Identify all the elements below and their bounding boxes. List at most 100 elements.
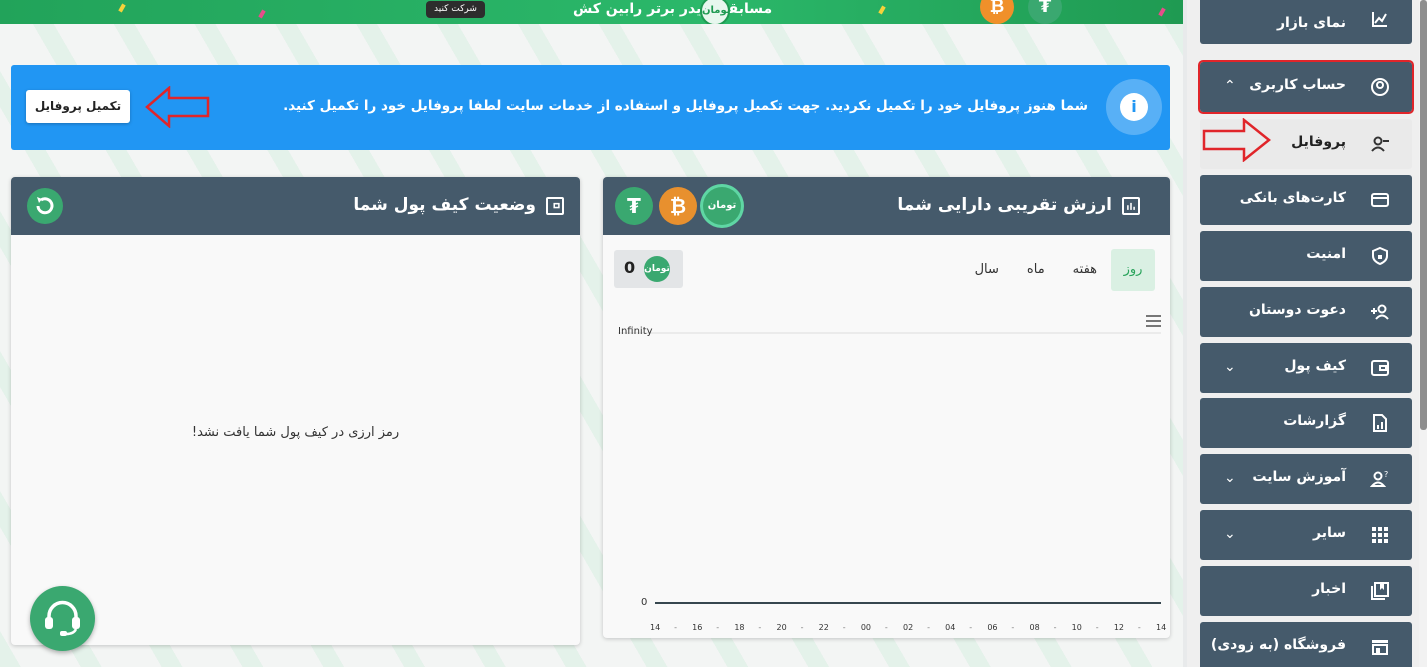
sidebar-item-news[interactable]: اخبار (1200, 566, 1412, 616)
sidebar-item-label: فروشگاه (به زودی) (1210, 637, 1346, 653)
chevron-down-icon: ⌄ (1224, 470, 1236, 486)
wallet-empty-message: رمز ارزی در کیف پول شما یافت نشد! (191, 425, 400, 440)
wallet-card-header: وضعیت کیف پول شما (11, 177, 580, 235)
complete-profile-button[interactable]: تکمیل پروفایل (26, 90, 130, 123)
store-icon (1372, 640, 1388, 655)
sidebar-item-security[interactable]: امنیت (1200, 231, 1412, 281)
wallet-icon (1371, 360, 1389, 376)
chart-x-tick-label: 12 (1113, 623, 1125, 632)
sidebar-item-wallet[interactable]: کیف پول ⌄ (1200, 343, 1412, 393)
info-icon: i (1120, 93, 1148, 121)
balance-box: تومان 0 (614, 250, 683, 288)
chart-x-tick-label: 22 (818, 623, 829, 632)
sidebar-item-label: پروفایل (1291, 134, 1346, 150)
tab-year[interactable]: سال (961, 249, 1013, 291)
tab-day[interactable]: روز (1111, 249, 1155, 291)
grid-icon (1372, 527, 1388, 543)
chart-x-tick-separator: - (969, 623, 973, 632)
chart-icon (1372, 12, 1387, 27)
sidebar-item-label: سایر (1313, 525, 1346, 541)
chart-x-tick-label: 04 (945, 623, 956, 632)
chart-x-tick-label: 16 (692, 623, 703, 632)
chart-x-tick-label: 08 (1029, 623, 1040, 632)
sidebar-item-label: امنیت (1306, 246, 1346, 262)
alert-message: شما هنوز پروفایل خود را تکمیل نکردید. جه… (283, 98, 1088, 114)
report-icon (1373, 414, 1387, 432)
bitcoin-icon: ₿ (980, 0, 1014, 24)
svg-text:?: ? (1384, 470, 1388, 479)
card-icon (1371, 193, 1389, 207)
chart-x-tick-separator: - (842, 623, 846, 632)
chart-x-tick-separator: - (1053, 623, 1057, 632)
join-contest-button[interactable]: شرکت کنید (426, 1, 485, 18)
sidebar-item-label: دعوت دوستان (1248, 302, 1346, 318)
chart-x-tick-separator: - (716, 623, 720, 632)
chart-x-tick-label: 00 (860, 623, 872, 632)
tab-week[interactable]: هفته (1059, 249, 1111, 291)
sidebar-item-invite[interactable]: دعوت دوستان (1200, 287, 1412, 337)
bar-chart-icon (1122, 197, 1140, 215)
tab-month[interactable]: ماه (1013, 249, 1059, 291)
toman-coin-icon: تومان (700, 0, 731, 24)
banner-title: مسابقه تریدر برتر رابین کش (573, 1, 773, 17)
support-button[interactable] (30, 586, 95, 651)
promo-banner[interactable]: شرکت کنید مسابقه تریدر برتر رابین کش توم… (0, 0, 1183, 24)
info-icon-wrap: i (1106, 79, 1162, 135)
news-icon (1371, 582, 1389, 600)
red-arrow-left-icon (145, 86, 210, 128)
tether-icon: ₮ (615, 187, 653, 225)
chart-x-tick-separator: - (884, 623, 888, 632)
sidebar-item-label: اخبار (1312, 581, 1346, 597)
user-add-icon (1371, 304, 1389, 320)
assets-card: ارزش تقریبی دارایی شما ₮ ₿ تومان روز هفت… (603, 177, 1170, 638)
assets-card-header: ارزش تقریبی دارایی شما ₮ ₿ تومان (603, 177, 1170, 235)
user-icon (1371, 136, 1389, 152)
sidebar-item-label: نمای بازار (1276, 15, 1346, 31)
chart-x-tick-label: 14 (650, 623, 661, 632)
chart-x-tick-label: 14 (1156, 623, 1167, 632)
shield-icon (1372, 246, 1388, 266)
period-tabs: روز هفته ماه سال (961, 249, 1155, 291)
chart-x-tick-separator: - (1011, 623, 1015, 632)
scrollbar-thumb[interactable] (1420, 0, 1427, 430)
help-user-icon: ? (1370, 470, 1388, 487)
sidebar-item-label: کیف پول (1284, 358, 1346, 374)
chart-x-tick-separator: - (758, 623, 762, 632)
sidebar-item-label: گزارشات (1283, 413, 1346, 429)
sidebar-item-label: حساب کاربری (1249, 77, 1346, 93)
tether-icon: ₮ (1028, 0, 1062, 24)
confetti-decoration (878, 5, 886, 15)
chart-x-tick-separator: - (927, 623, 930, 632)
sidebar-item-label: کارت‌های بانکی (1239, 190, 1346, 206)
toman-coin-icon: تومان (644, 256, 670, 282)
assets-card-title: ارزش تقریبی دارایی شما (897, 195, 1112, 215)
toman-coin-icon: تومان (703, 187, 741, 225)
sidebar-item-reports[interactable]: گزارشات (1200, 398, 1412, 448)
wallet-card: وضعیت کیف پول شما رمز ارزی در کیف پول شم… (11, 177, 580, 645)
sidebar-item-tutorial[interactable]: ? آموزش سایت ⌄ (1200, 454, 1412, 504)
chart-x-tick-label: 06 (987, 623, 998, 632)
chart-x-tick-separator: - (1137, 623, 1141, 632)
chart-y-top-label: Infinity (618, 326, 653, 337)
chevron-down-icon: ⌄ (1224, 359, 1236, 375)
asset-chart (618, 332, 1161, 604)
sidebar-item-store[interactable]: فروشگاه (به زودی) (1200, 622, 1412, 667)
user-circle-icon (1371, 78, 1389, 96)
chart-x-tick-separator: - (800, 623, 804, 632)
wallet-icon (546, 197, 564, 215)
chart-x-tick-label: 02 (903, 623, 914, 632)
refresh-icon[interactable] (27, 188, 63, 224)
wallet-card-title: وضعیت کیف پول شما (353, 195, 536, 215)
chart-x-tick-label: 18 (734, 623, 745, 632)
sidebar-item-market[interactable]: نمای بازار (1200, 0, 1412, 44)
chevron-up-icon: ⌃ (1224, 78, 1236, 94)
confetti-decoration (258, 9, 266, 19)
confetti-decoration (1158, 7, 1166, 17)
balance-value: 0 (624, 258, 636, 277)
bitcoin-icon: ₿ (659, 187, 697, 225)
confetti-decoration (118, 3, 126, 13)
sidebar-item-account[interactable]: حساب کاربری ⌃ (1198, 60, 1414, 114)
sidebar-item-other[interactable]: سایر ⌄ (1200, 510, 1412, 560)
sidebar-item-bank-cards[interactable]: کارت‌های بانکی (1200, 175, 1412, 225)
chart-x-tick-label: 10 (1071, 623, 1082, 632)
